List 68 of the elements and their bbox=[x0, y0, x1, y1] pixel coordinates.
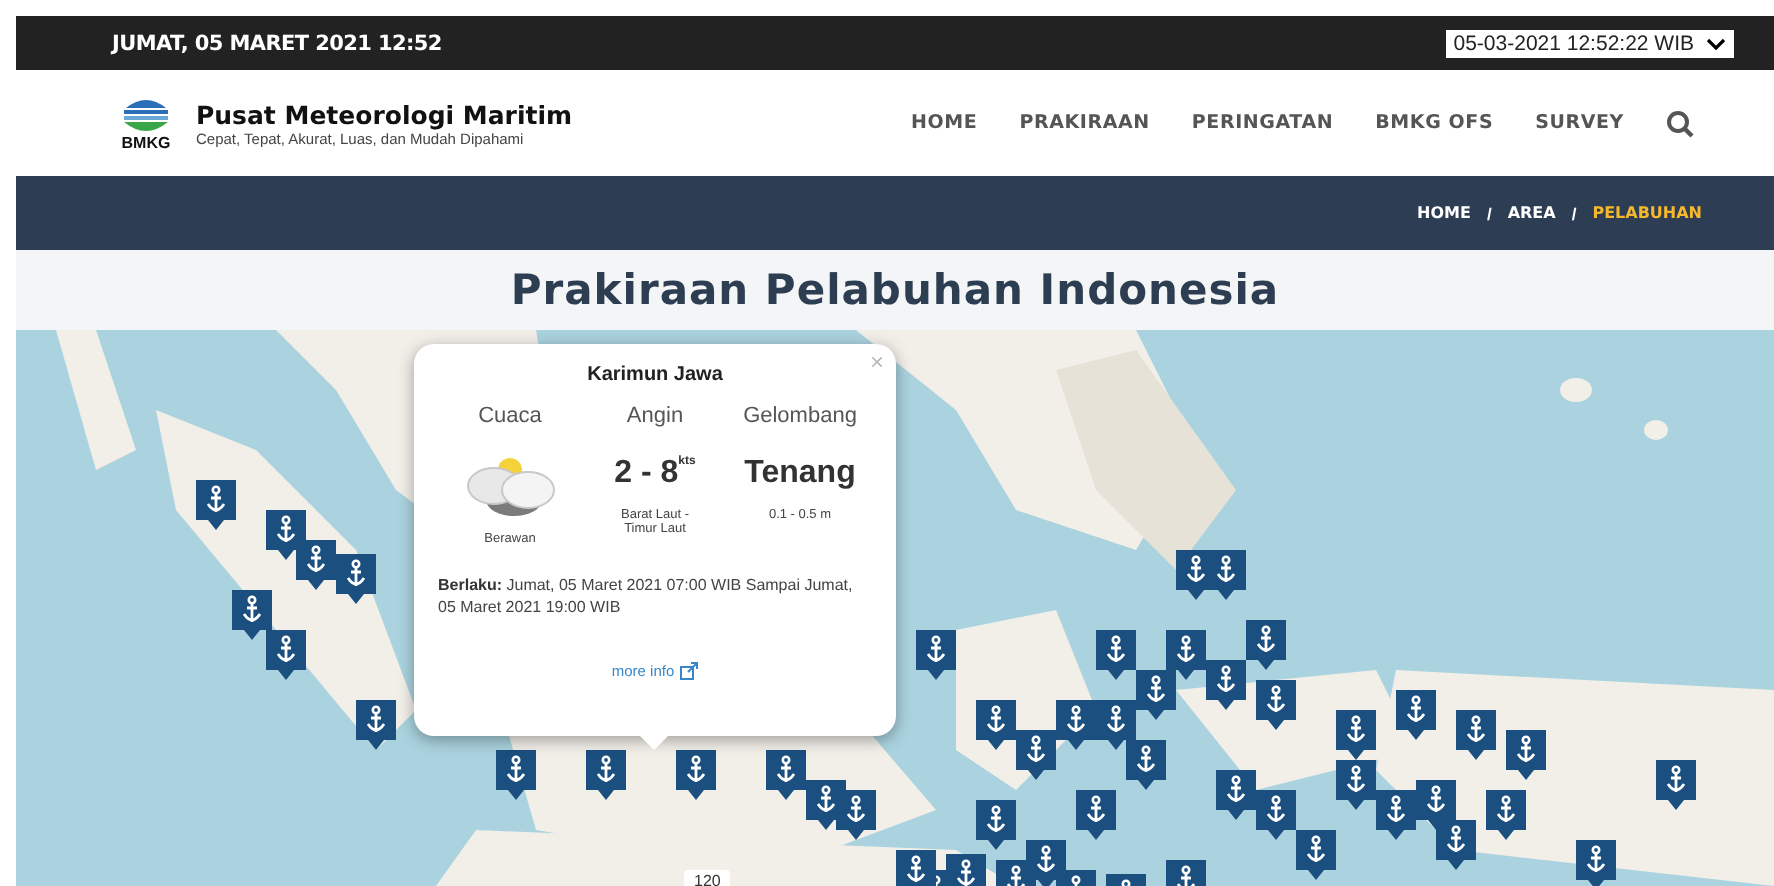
anchor-marker-icon bbox=[1216, 770, 1256, 820]
anchor-marker-icon bbox=[1016, 730, 1056, 780]
anchor-marker-icon bbox=[976, 800, 1016, 850]
anchor-marker-icon bbox=[266, 630, 306, 680]
wind-speed: 2 - 8 bbox=[614, 456, 679, 490]
anchor-marker-icon bbox=[1256, 790, 1296, 840]
anchor-marker-icon bbox=[1136, 670, 1176, 720]
anchor-marker-icon bbox=[1336, 760, 1376, 810]
time-select[interactable]: 05-03-2021 12:52:22 WIB bbox=[1445, 29, 1734, 57]
popup-title: Karimun Jawa bbox=[585, 364, 725, 386]
anchor-marker-icon bbox=[1396, 690, 1436, 740]
anchor-marker-icon bbox=[1576, 840, 1616, 886]
column-heading: Gelombang bbox=[743, 404, 857, 428]
anchor-marker-icon bbox=[296, 540, 336, 590]
anchor-marker-icon bbox=[1246, 620, 1286, 670]
breadcrumb-link[interactable]: PELABUHAN bbox=[1592, 204, 1702, 222]
nav-link[interactable]: SURVEY bbox=[1535, 112, 1624, 134]
anchor-marker-icon bbox=[1456, 710, 1496, 760]
anchor-marker-icon bbox=[232, 590, 272, 640]
nav-link[interactable]: HOME bbox=[911, 112, 978, 134]
anchor-marker-icon bbox=[1336, 710, 1376, 760]
site-title: Pusat Meteorologi Maritim bbox=[196, 99, 573, 129]
nav-link[interactable]: PRAKIRAAN bbox=[1019, 112, 1150, 134]
external-link-icon bbox=[680, 662, 699, 681]
validity-text: Berlaku: Jumat, 05 Maret 2021 07:00 WIB Sampai Jumat, 05 Maret 2021 19:00 WIB bbox=[438, 574, 855, 619]
anchor-marker-icon bbox=[836, 790, 876, 840]
breadcrumb-link[interactable]: AREA bbox=[1507, 204, 1556, 222]
anchor-marker-icon bbox=[1096, 700, 1136, 750]
anchor-marker-icon bbox=[1506, 730, 1546, 780]
anchor-marker-icon bbox=[336, 554, 376, 604]
anchor-marker-icon bbox=[586, 750, 626, 800]
wave-condition: Tenang bbox=[744, 456, 856, 494]
anchor-marker-icon bbox=[976, 700, 1016, 750]
logo-emblem-icon bbox=[120, 95, 172, 135]
cluster-count[interactable]: 120 bbox=[684, 870, 731, 886]
anchor-marker-icon bbox=[1376, 790, 1416, 840]
wind-unit: kts bbox=[678, 456, 696, 468]
anchor-marker-icon bbox=[1206, 660, 1246, 710]
anchor-marker-icon bbox=[1416, 780, 1456, 830]
date-text: JUMAT, 05 MARET 2021 12:52 bbox=[112, 31, 442, 55]
search-button[interactable] bbox=[1666, 109, 1694, 137]
search-icon bbox=[1666, 109, 1694, 137]
anchor-marker-icon bbox=[676, 750, 716, 800]
anchor-marker-icon bbox=[1166, 630, 1206, 680]
nav-link[interactable]: PERINGATAN bbox=[1191, 112, 1334, 134]
anchor-marker-icon bbox=[1436, 820, 1476, 870]
nav-link[interactable]: BMKG OFS bbox=[1375, 112, 1494, 134]
anchor-marker-icon bbox=[1056, 700, 1096, 750]
anchor-marker-icon bbox=[196, 480, 236, 530]
breadcrumb-separator: / bbox=[1486, 203, 1492, 223]
breadcrumb-separator: / bbox=[1571, 203, 1577, 223]
logo[interactable]: BMKG bbox=[120, 95, 172, 151]
anchor-marker-icon bbox=[1256, 680, 1296, 730]
anchor-marker-icon bbox=[356, 700, 396, 750]
anchor-marker-icon bbox=[1076, 790, 1116, 840]
anchor-marker-icon bbox=[1096, 630, 1136, 680]
column-heading: Cuaca bbox=[478, 404, 542, 428]
page-title: Prakiraan Pelabuhan Indonesia bbox=[510, 266, 1280, 314]
anchor-marker-icon bbox=[1296, 830, 1336, 880]
column-heading: Angin bbox=[626, 404, 684, 428]
anchor-marker-icon bbox=[1126, 740, 1166, 790]
anchor-marker-icon bbox=[766, 750, 806, 800]
anchor-marker-icon bbox=[1486, 790, 1526, 840]
breadcrumb-link[interactable]: HOME bbox=[1417, 204, 1471, 222]
chevron-down-icon bbox=[1706, 37, 1726, 49]
anchor-marker-icon bbox=[1656, 760, 1696, 810]
anchor-marker-icon bbox=[916, 630, 956, 680]
anchor-marker-icon bbox=[496, 750, 536, 800]
